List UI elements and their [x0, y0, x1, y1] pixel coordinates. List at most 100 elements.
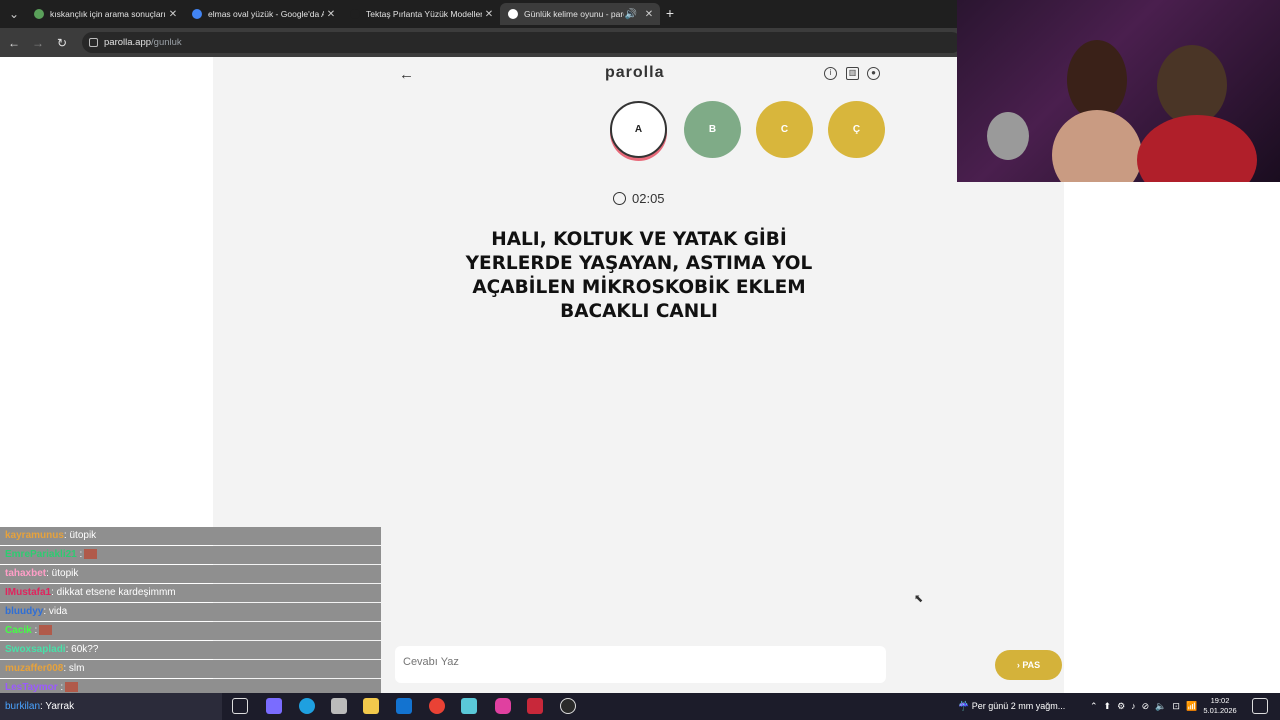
stream-chat: kayramunus: ütopik EmrePariakli21 : taha…	[0, 527, 381, 697]
letter-label: Ç	[852, 124, 861, 135]
taskbar-clock[interactable]: 19:02 5.01.2026	[1200, 696, 1240, 716]
reload-icon[interactable]: ↻	[54, 35, 70, 51]
clock-date: 5.01.2026	[1203, 706, 1237, 715]
chat-text: : ütopik	[46, 568, 79, 579]
browser-tab-2[interactable]: elmas oval yüzük - Google'da A ✕	[184, 3, 342, 25]
clock-icon	[613, 192, 626, 205]
url-host: parolla.app	[104, 37, 152, 48]
profile-icon[interactable]: ●	[867, 67, 880, 80]
store-icon[interactable]	[331, 698, 347, 714]
app-icon[interactable]	[527, 698, 543, 714]
mouse-cursor-icon: ⬉	[914, 593, 924, 605]
tab-search-icon[interactable]: ⌄	[6, 6, 22, 22]
tab-favicon-icon	[34, 9, 44, 19]
tab-title: kıskançlık için arama sonuçları -	[50, 9, 166, 19]
person-left-body	[1052, 110, 1142, 182]
chat-text: : slm	[63, 663, 85, 674]
chat-user: Cacik	[5, 625, 32, 636]
person-left-shape	[1067, 40, 1127, 120]
question-text: HALI, KOLTUK VE YATAK GİBİ YERLERDE YAŞA…	[465, 229, 813, 322]
chat-text: :	[76, 549, 83, 560]
new-tab-button[interactable]: +	[662, 5, 678, 21]
speaker-icon[interactable]: 🔊	[624, 9, 638, 20]
file-explorer-icon[interactable]	[363, 698, 379, 714]
chat-message: tahaxbet: ütopik	[0, 565, 381, 583]
site-info-icon[interactable]	[89, 38, 98, 47]
letter-bubble-current: A	[610, 101, 667, 158]
notification-icon[interactable]	[1252, 698, 1268, 714]
weather-widget[interactable]: ☔ Per günü 2 mm yağm...	[958, 693, 1065, 720]
chat-message: bluudyy: vida	[0, 603, 381, 621]
letter-label: A	[634, 124, 643, 135]
letter-bubble-pending: C	[756, 101, 813, 158]
chat-user: kayramunus	[5, 530, 64, 541]
chat-user: EmrePariakli21	[5, 549, 77, 560]
tab-close-icon[interactable]: ✕	[166, 9, 180, 20]
tab-title: Günlük kelime oyunu - paro	[524, 9, 624, 19]
tab-close-icon[interactable]: ✕	[482, 9, 496, 20]
emote-icon	[39, 625, 53, 636]
back-arrow-icon[interactable]: ←	[399, 66, 414, 83]
weather-text: Per günü 2 mm yağm...	[971, 701, 1066, 711]
chat-text: :	[31, 625, 38, 636]
chat-text: : 60k??	[65, 644, 99, 655]
stats-icon[interactable]: ▥	[846, 67, 859, 80]
pass-button[interactable]: › PAS	[995, 650, 1062, 680]
google-icon	[192, 9, 202, 19]
answer-box: › PAS	[395, 646, 1062, 683]
task-view-icon[interactable]	[232, 698, 248, 714]
chat-message: IMustafa1: dikkat etsene kardeşimmm	[0, 584, 381, 602]
forward-icon[interactable]: →	[30, 35, 46, 51]
url-field[interactable]: parolla.app/gunluk	[82, 32, 962, 53]
windows-taskbar: burkilan: Yarrak ☔ Per günü 2 mm yağm...…	[0, 693, 1280, 720]
tab-favicon-icon	[350, 9, 360, 19]
microphone-shape	[987, 112, 1029, 160]
answer-input[interactable]	[403, 656, 803, 668]
info-icon[interactable]: i	[824, 67, 837, 80]
chat-text: : dikkat etsene kardeşimmm	[51, 587, 176, 598]
timer: 02:05	[613, 191, 665, 206]
chat-text: :	[57, 682, 64, 693]
obs-icon[interactable]	[560, 698, 576, 714]
chat-user: bluudyy	[5, 606, 44, 617]
tray-icons[interactable]: ⌃⬆⚙♪⊘🔈⊡📶	[1090, 693, 1203, 720]
weather-icon: ☔	[958, 701, 972, 711]
browser-tab-4[interactable]: Günlük kelime oyunu - paro 🔊 ✕	[500, 3, 660, 25]
taskbar-search[interactable]: burkilan: Yarrak	[0, 693, 222, 720]
chat-message: Cacik :	[0, 622, 381, 640]
chat-user: LesTaymor	[5, 682, 58, 693]
person-right-shape	[1157, 45, 1227, 125]
webcam-overlay	[957, 0, 1280, 182]
chat-text: : ütopik	[63, 530, 97, 541]
emote-icon	[84, 549, 98, 560]
chat-message: EmrePariakli21 :	[0, 546, 381, 564]
discord-icon[interactable]	[495, 698, 511, 714]
parolla-logo[interactable]: parolla	[605, 64, 664, 82]
outlook-icon[interactable]	[396, 698, 412, 714]
chat-text: : vida	[43, 606, 68, 617]
letter-label: B	[708, 124, 717, 135]
chat-message: kayramunus: ütopik	[0, 527, 381, 545]
tab-title: elmas oval yüzük - Google'da A	[208, 9, 324, 19]
timer-value: 02:05	[632, 191, 665, 206]
edge-icon[interactable]	[299, 698, 315, 714]
url-path: /gunluk	[151, 37, 182, 48]
pass-label: PAS	[1022, 660, 1041, 670]
chat-user: Swoxsapladi	[5, 644, 66, 655]
chat-user: IMustafa1	[5, 587, 52, 598]
browser-tab-3[interactable]: Tektaş Pırlanta Yüzük Modelleri ✕	[342, 3, 500, 25]
chat-message: muzaffer008: slm	[0, 660, 381, 678]
letter-bubble-correct: B	[684, 101, 741, 158]
chrome-icon[interactable]	[429, 698, 445, 714]
notepad-icon[interactable]	[461, 698, 477, 714]
tab-title: Tektaş Pırlanta Yüzük Modelleri	[366, 9, 482, 19]
browser-tab-1[interactable]: kıskançlık için arama sonuçları - ✕	[26, 3, 184, 25]
chat-user: tahaxbet	[5, 568, 47, 579]
tab-close-icon[interactable]: ✕	[642, 9, 656, 20]
tab-close-icon[interactable]: ✕	[324, 9, 338, 20]
back-icon[interactable]: ←	[6, 35, 22, 51]
emote-icon	[65, 682, 79, 693]
copilot-icon[interactable]	[266, 698, 282, 714]
letter-bubble-pending: Ç	[828, 101, 885, 158]
chat-message: Swoxsapladi: 60k??	[0, 641, 381, 659]
